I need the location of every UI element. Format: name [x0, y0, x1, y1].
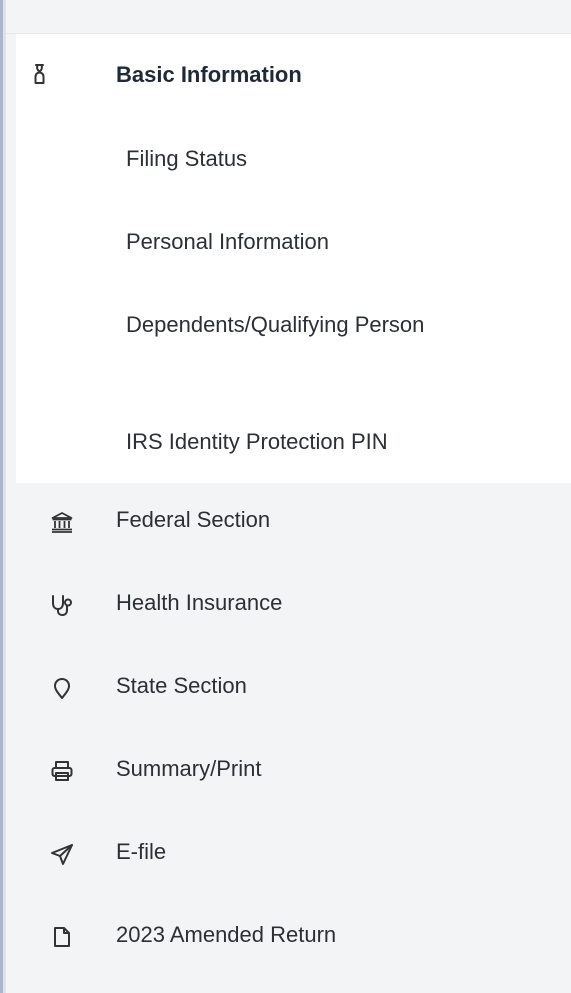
nav-item-health-insurance[interactable]: Health Insurance [16, 566, 571, 649]
panel-left-border [0, 0, 6, 993]
nav-item-e-file[interactable]: E-file [16, 815, 571, 898]
send-icon [51, 844, 73, 865]
sub-item-filing-status[interactable]: Filing Status [126, 142, 546, 175]
section-basic-information: Basic Information Filing Status Personal… [16, 34, 571, 483]
sub-item-ip-pin[interactable]: IRS Identity Protection PIN [126, 425, 546, 458]
printer-icon [51, 761, 73, 781]
bank-icon [51, 512, 73, 533]
panel-top-band [6, 0, 571, 34]
nav-label: Health Insurance [116, 590, 283, 615]
nav-label: State Section [116, 673, 247, 698]
nav-item-amended-return[interactable]: 2023 Amended Return [16, 898, 571, 981]
map-pin-icon [54, 678, 70, 699]
nav-label: Summary/Print [116, 756, 262, 781]
nav-label: 2023 Amended Return [116, 922, 337, 947]
nav-item-state-section[interactable]: State Section [16, 649, 571, 732]
stethoscope-icon [52, 595, 72, 616]
person-info-icon [34, 64, 45, 84]
nav-label: E-file [116, 839, 167, 864]
sidebar-panel: Basic Information Filing Status Personal… [0, 0, 571, 993]
sub-item-personal-information[interactable]: Personal Information [126, 225, 546, 258]
section-label: Basic Information [116, 62, 302, 87]
nav-label: Federal Section [116, 507, 271, 532]
nav-item-federal-section[interactable]: Federal Section [16, 483, 571, 566]
nav-item-summary-print[interactable]: Summary/Print [16, 732, 571, 815]
section-header-basic-information[interactable]: Basic Information [16, 34, 571, 116]
document-icon [54, 927, 70, 947]
sub-item-dependents[interactable]: Dependents/Qualifying Person [126, 308, 546, 341]
